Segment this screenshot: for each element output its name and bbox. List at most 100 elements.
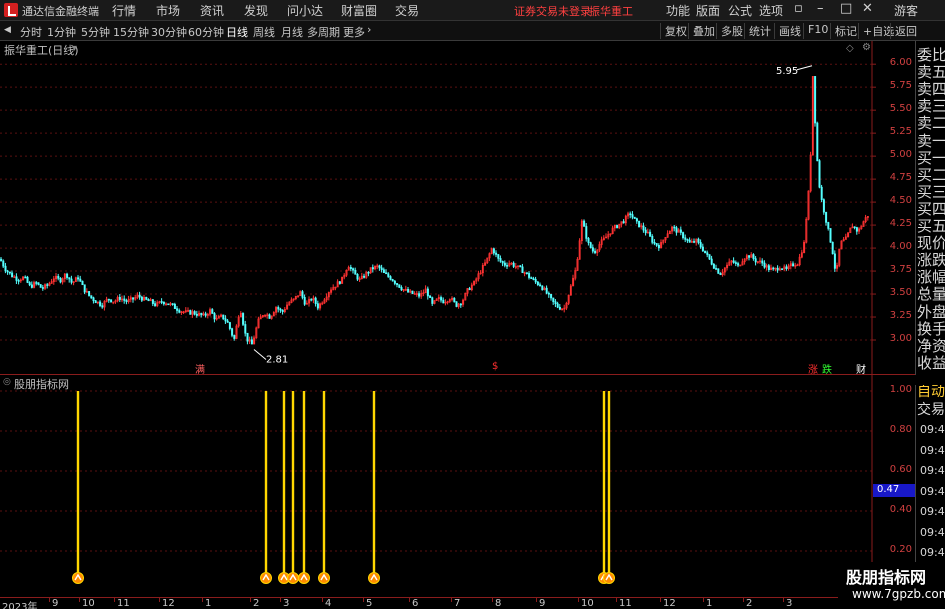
candle-body (822, 199, 825, 213)
quote-field-label: 净资 (917, 337, 945, 355)
quote-field-label: 涨幅 (917, 269, 945, 287)
period-tab-intraday[interactable]: 分时 (20, 24, 42, 40)
candle-body (352, 268, 355, 271)
trade-time: 09:44 (920, 484, 945, 498)
auto-trade-toggle[interactable]: 自动 (917, 385, 945, 401)
candle-body (378, 265, 381, 269)
trade-time: 09:44 (920, 423, 945, 436)
quote-field-label: 卖二 (917, 115, 945, 133)
menu-formula[interactable]: 公式 (728, 2, 752, 19)
window-close-icon[interactable]: ✕ (862, 1, 873, 16)
quote-time-panel: 自动交易09:4409:4409:4409:4409:4409:4409:440… (915, 385, 945, 590)
menu-layout[interactable]: 版面 (696, 2, 720, 19)
date-label: 9 (539, 598, 546, 609)
marker-dollar[interactable]: $ (492, 361, 498, 372)
date-tick (159, 598, 160, 602)
candle-body (66, 273, 69, 278)
statistics-button[interactable]: 统计 (744, 23, 771, 39)
candle-body (657, 244, 660, 249)
candle-body (26, 276, 29, 283)
adjust-button[interactable]: 复权 (660, 23, 687, 39)
quote-field-label: 现价 (917, 235, 945, 253)
more-chevron-icon[interactable]: › (367, 23, 371, 36)
candle-body (825, 211, 828, 223)
quote-field-label: 买三 (917, 183, 945, 201)
indicator-chart[interactable] (0, 375, 915, 597)
candle-body (816, 122, 819, 161)
candle-body (719, 273, 722, 276)
candle-body (244, 324, 247, 334)
add-favorite-button[interactable]: +自选 (858, 23, 894, 39)
menu-discover[interactable]: 发现 (244, 2, 268, 19)
candle-body (855, 227, 858, 232)
back-button[interactable]: 返回 (890, 23, 917, 39)
candle-body (558, 306, 561, 310)
candle-body (431, 297, 434, 304)
period-tab-daily[interactable]: 日线 (226, 24, 248, 40)
candle-body (132, 297, 135, 300)
menu-market[interactable]: 行情 (112, 2, 136, 19)
draw-line-button[interactable]: 画线 (774, 23, 801, 39)
f10-button[interactable]: F10 (803, 23, 828, 39)
candle-body (708, 254, 711, 260)
date-tick (743, 598, 744, 602)
candle-body (118, 297, 121, 300)
login-alert[interactable]: 证券交易未登录 (514, 3, 591, 19)
date-label: 7 (454, 598, 461, 609)
candle-body (4, 265, 7, 272)
candle-body (387, 273, 390, 277)
candle-body (222, 314, 225, 320)
overlay-button[interactable]: 叠加 (688, 23, 715, 39)
menu-trade[interactable]: 交易 (395, 2, 419, 19)
candle-body (385, 272, 388, 275)
mark-button[interactable]: 标记 (830, 23, 857, 39)
period-tab-weekly[interactable]: 周线 (253, 24, 275, 40)
candle-body (200, 312, 203, 316)
candle-body (594, 250, 597, 254)
window-maximize-icon[interactable]: □ (840, 1, 852, 16)
price-tick-label: 5.00 (889, 149, 912, 161)
period-tab-15min[interactable]: 15分钟 (113, 24, 149, 40)
candle-body (398, 284, 401, 288)
period-tab-30min[interactable]: 30分钟 (151, 24, 187, 40)
candle-body (41, 287, 44, 289)
period-tab-1min[interactable]: 1分钟 (47, 24, 76, 40)
window-restore-icon[interactable]: ▫ (794, 1, 803, 16)
candle-body (697, 238, 700, 243)
price-tick-label: 4.00 (889, 241, 912, 253)
candle-body (57, 275, 60, 279)
candle-body (693, 241, 696, 243)
candle-body (242, 313, 245, 325)
menu-options[interactable]: 选项 (759, 2, 783, 19)
menu-function[interactable]: 功能 (666, 2, 690, 19)
period-tab-multi[interactable]: 多周期 (307, 24, 340, 40)
period-tab-monthly[interactable]: 月线 (281, 24, 303, 40)
candle-body (35, 282, 38, 284)
candle-body (17, 280, 20, 282)
trade-time: 09:44 (920, 525, 945, 539)
period-tab-60min[interactable]: 60分钟 (188, 24, 224, 40)
menu-ask[interactable]: 问小达 (287, 2, 323, 19)
price-tick-label: 3.50 (889, 287, 912, 299)
candle-body (772, 267, 775, 270)
candle-body (686, 239, 689, 241)
candle-body (59, 277, 62, 283)
multi-stock-button[interactable]: 多股 (716, 23, 743, 39)
menu-markets[interactable]: 市场 (156, 2, 180, 19)
candle-body (79, 278, 82, 282)
candle-body (224, 318, 227, 322)
menu-news[interactable]: 资讯 (200, 2, 224, 19)
candle-body (171, 303, 174, 305)
candle-body (123, 298, 126, 301)
period-tab-more[interactable]: 更多 (343, 24, 365, 40)
collapse-arrow-icon[interactable]: ◀ (4, 25, 11, 35)
window-minimize-icon[interactable]: – (817, 1, 824, 16)
candle-body (246, 332, 249, 342)
candle-body (426, 288, 429, 297)
menu-wealth[interactable]: 财富圈 (341, 2, 377, 19)
period-tab-5min[interactable]: 5分钟 (81, 24, 110, 40)
candlestick-chart[interactable]: 5.95 2.81 (0, 41, 915, 375)
candle-body (644, 229, 647, 234)
candle-body (732, 260, 735, 263)
user-label[interactable]: 游客 (894, 2, 918, 19)
